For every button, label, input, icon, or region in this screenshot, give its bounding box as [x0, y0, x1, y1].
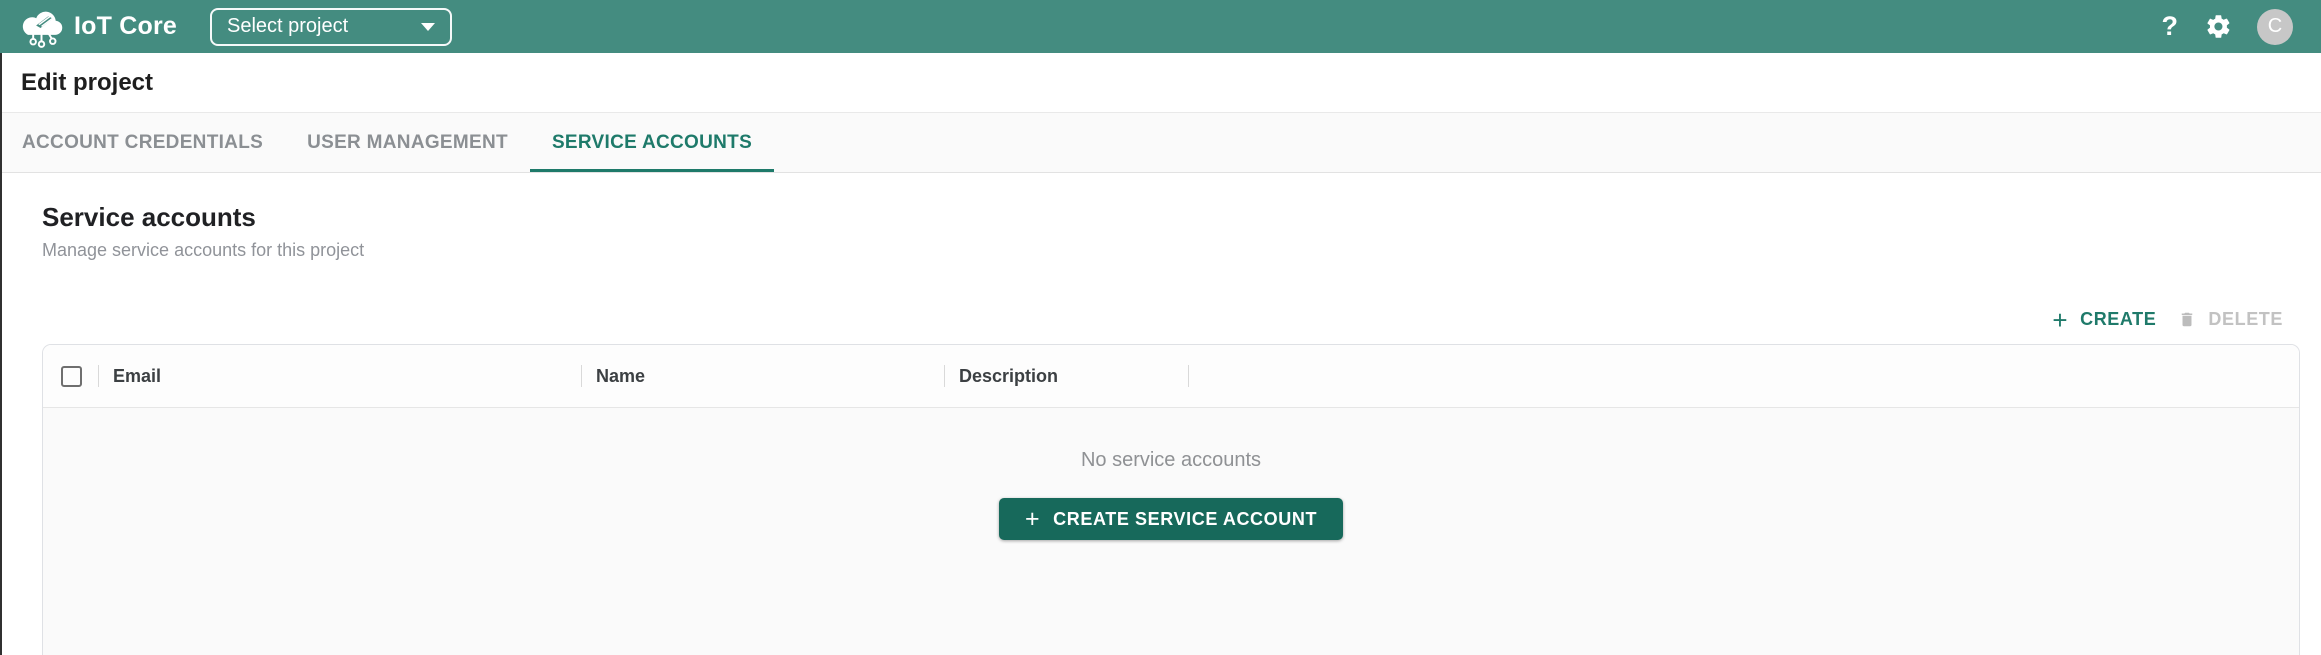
page-title: Edit project: [21, 69, 153, 97]
help-icon[interactable]: ?: [2162, 11, 2179, 42]
app-bar: IoT Core Select project ? C: [0, 0, 2321, 53]
delete-button-label: DELETE: [2208, 309, 2283, 330]
project-select-dropdown[interactable]: Select project: [210, 8, 452, 46]
column-header-name[interactable]: Name: [582, 366, 944, 387]
column-divider: [1188, 365, 1189, 387]
service-accounts-table: Email Name Description No service accoun…: [42, 344, 2300, 655]
create-service-account-button[interactable]: + CREATE SERVICE ACCOUNT: [999, 498, 1343, 540]
delete-button[interactable]: DELETE: [2178, 309, 2283, 330]
avatar-initial: C: [2268, 15, 2282, 38]
tab-service-accounts[interactable]: SERVICE ACCOUNTS: [530, 113, 774, 172]
column-header-description[interactable]: Description: [945, 366, 1188, 387]
iot-core-logo-icon: [18, 5, 65, 49]
project-select-label: Select project: [227, 15, 348, 38]
trash-icon: [2178, 309, 2196, 330]
user-avatar[interactable]: C: [2257, 9, 2293, 45]
table-toolbar: + CREATE DELETE: [2052, 309, 2283, 330]
create-button[interactable]: + CREATE: [2052, 309, 2156, 330]
column-header-email[interactable]: Email: [99, 366, 581, 387]
plus-icon: +: [2052, 310, 2068, 330]
tab-bar: ACCOUNT CREDENTIALS USER MANAGEMENT SERV…: [0, 113, 2321, 173]
main-content: Service accounts Manage service accounts…: [0, 202, 2321, 655]
tab-user-management[interactable]: USER MANAGEMENT: [285, 113, 530, 172]
empty-state-text: No service accounts: [1081, 449, 1261, 472]
create-button-label: CREATE: [2080, 309, 2156, 330]
section-subtitle: Manage service accounts for this project: [42, 240, 2321, 261]
window-edge: [0, 53, 2, 655]
section-title: Service accounts: [42, 202, 2321, 233]
page-header: Edit project: [0, 53, 2321, 113]
table-header-row: Email Name Description: [43, 345, 2299, 408]
select-all-checkbox[interactable]: [61, 366, 82, 387]
settings-gear-icon[interactable]: [2205, 13, 2232, 40]
table-empty-state: No service accounts + CREATE SERVICE ACC…: [43, 408, 2299, 540]
create-service-account-label: CREATE SERVICE ACCOUNT: [1053, 509, 1317, 530]
brand-title: IoT Core: [74, 12, 177, 41]
caret-down-icon: [421, 23, 435, 31]
plus-icon: +: [1025, 505, 1040, 534]
tab-account-credentials[interactable]: ACCOUNT CREDENTIALS: [0, 113, 285, 172]
